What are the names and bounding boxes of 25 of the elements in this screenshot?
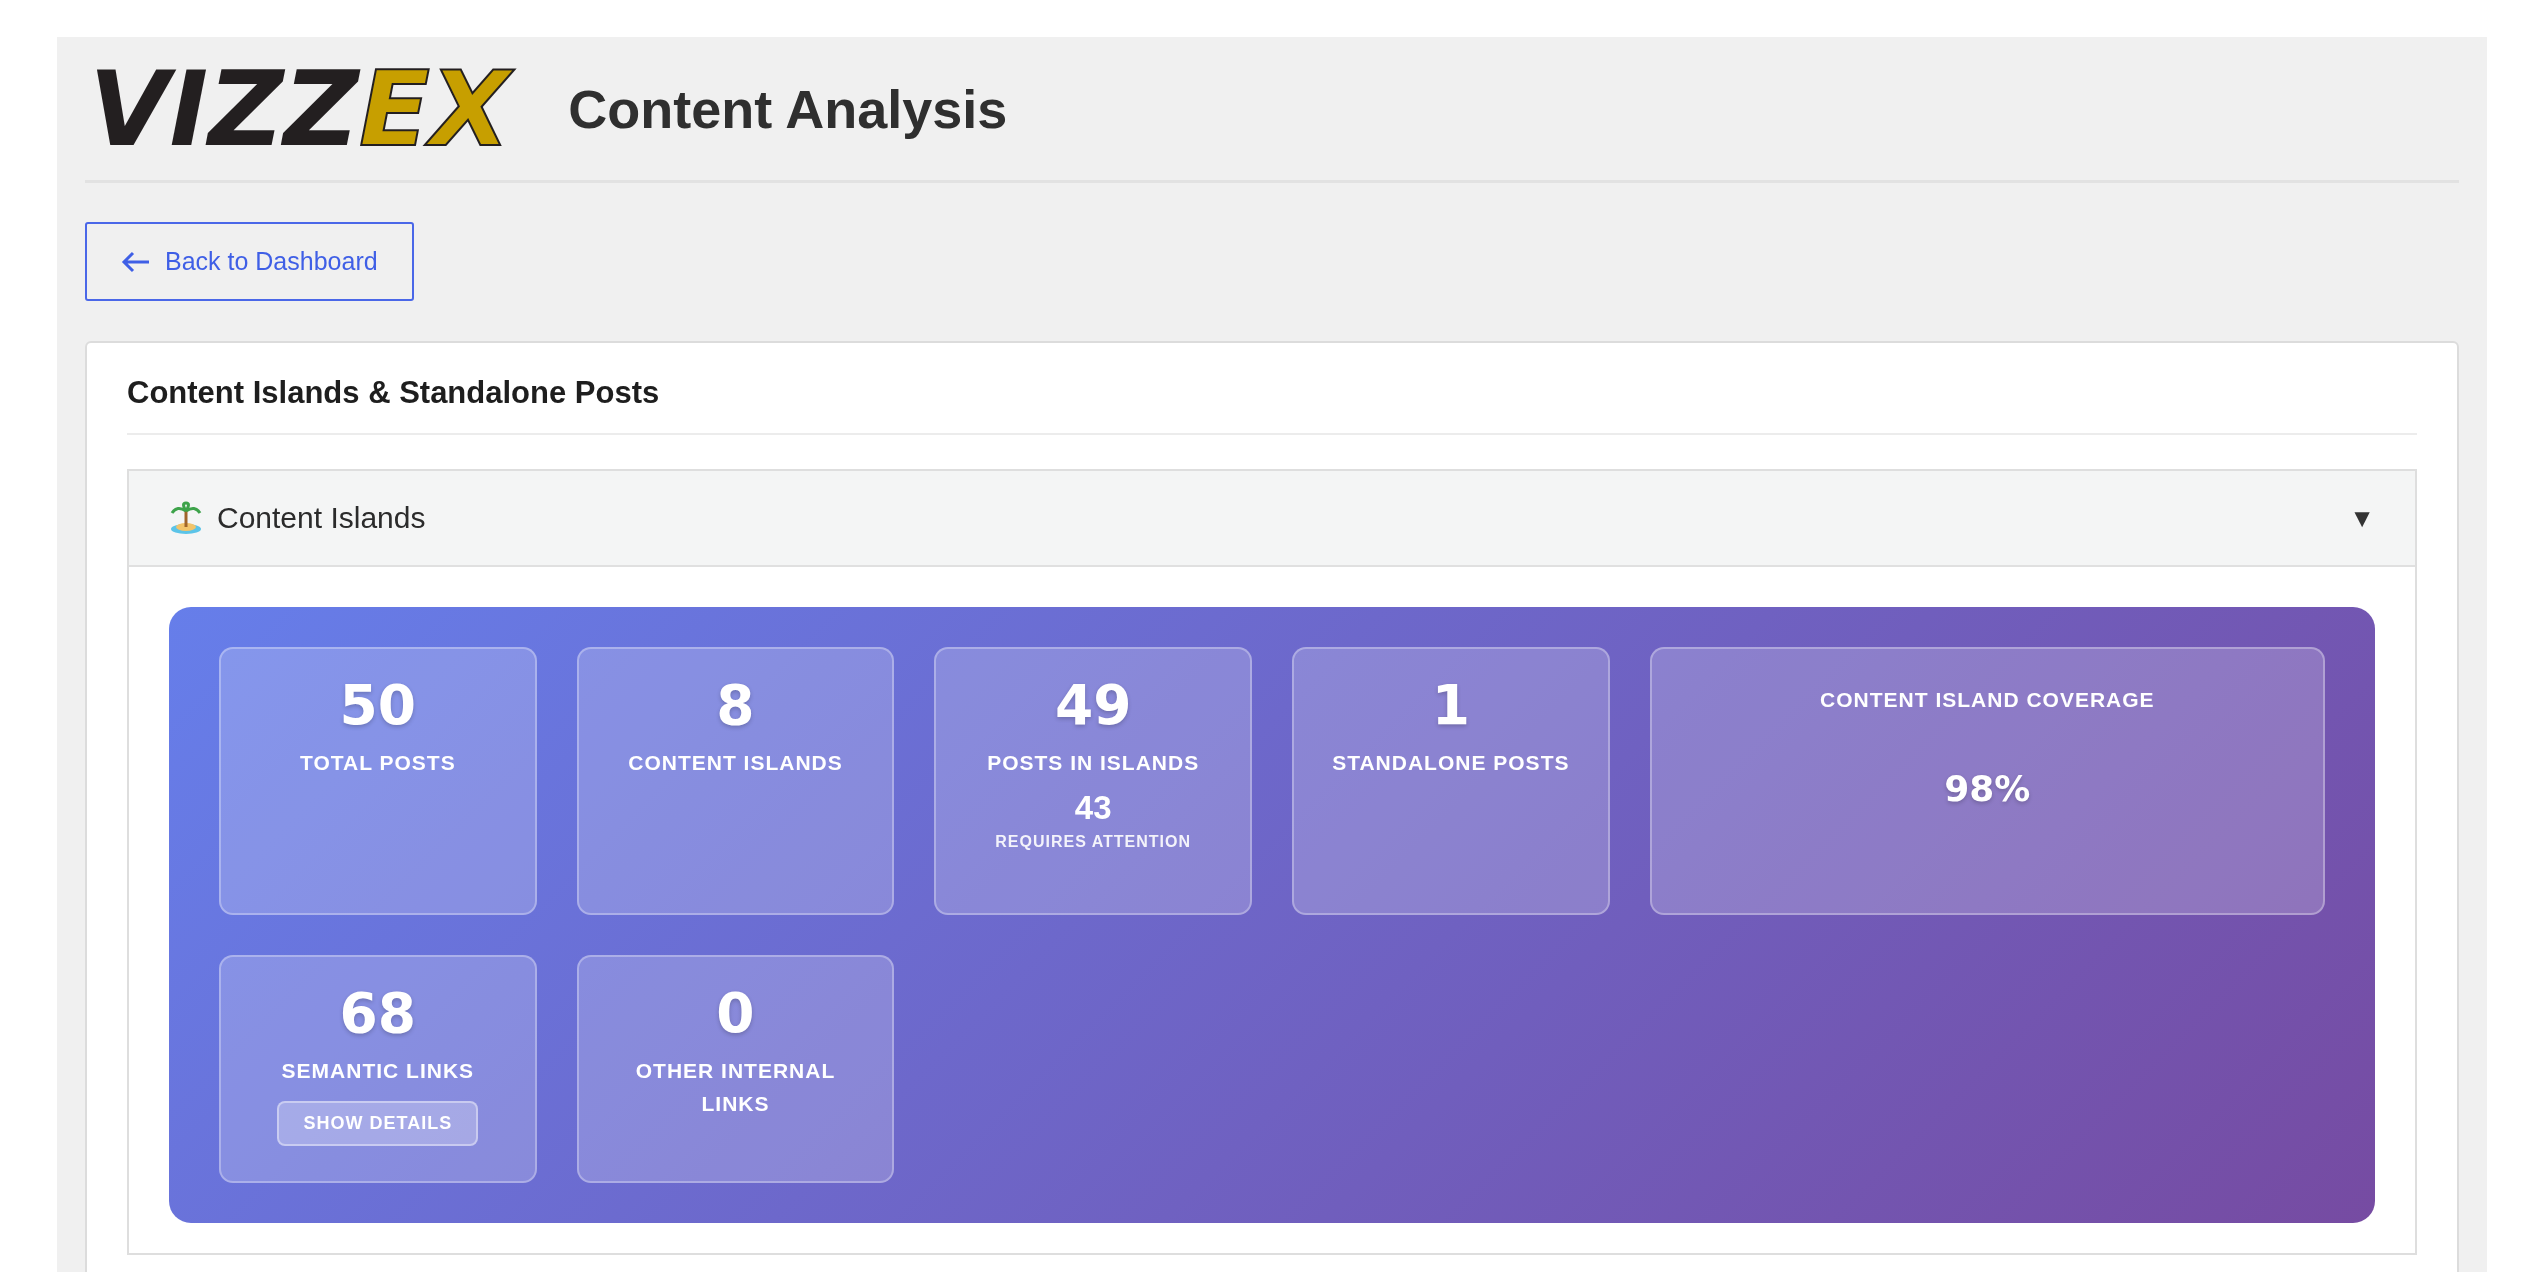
stat-label: POSTS IN ISLANDS — [987, 749, 1200, 776]
stat-value: 1 — [1431, 675, 1470, 736]
stat-label: TOTAL POSTS — [300, 749, 456, 776]
stat-value: 0 — [716, 983, 755, 1044]
stat-value: 49 — [1054, 675, 1132, 736]
accordion-title: Content Islands — [217, 501, 427, 535]
toggle-icon: ▼ — [2349, 502, 2375, 534]
stat-label: STANDALONE POSTS — [1332, 749, 1570, 776]
card-title: Content Islands & Standalone Posts — [127, 375, 2417, 435]
stat-value: 98% — [1944, 768, 2031, 809]
stat-value: 68 — [339, 983, 417, 1044]
stat-label: OTHER INTERNAL LINKS — [634, 1057, 837, 1118]
island-icon — [169, 501, 203, 535]
stat-label: SEMANTIC LINKS — [281, 1057, 475, 1084]
stat-value: 50 — [339, 675, 417, 736]
stat-label: CONTENT ISLAND COVERAGE — [1820, 687, 2155, 713]
arrow-left-icon — [121, 249, 151, 274]
sub-label: REQUIRES ATTENTION — [995, 833, 1192, 852]
accordion-header[interactable]: Content Islands ▼ — [129, 471, 2415, 567]
sub-value: 43 — [1074, 789, 1112, 828]
page-title: Content Analysis — [568, 77, 1008, 140]
logo: VIZZEX — [85, 43, 525, 174]
stat-value: 8 — [716, 675, 755, 736]
stat-label: CONTENT ISLANDS — [628, 749, 843, 776]
back-button[interactable]: Back to Dashboard — [85, 222, 414, 301]
